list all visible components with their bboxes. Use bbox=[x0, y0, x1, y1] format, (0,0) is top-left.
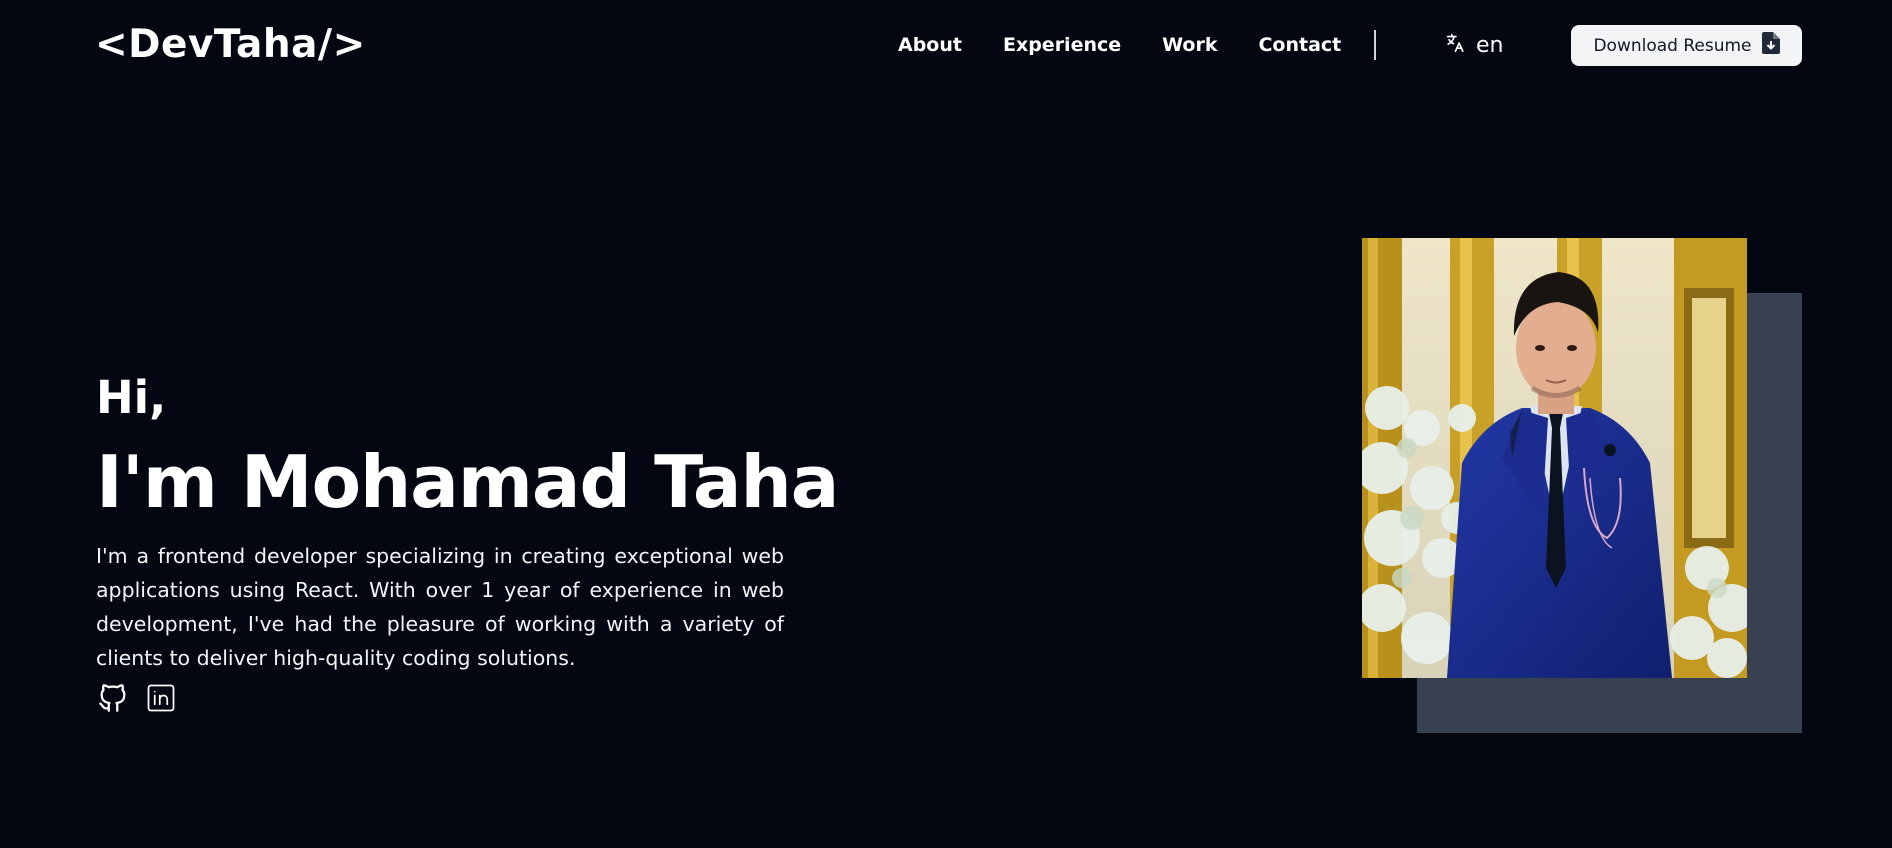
download-resume-label: Download Resume bbox=[1593, 35, 1752, 56]
hero-bio: I'm a frontend developer specializing in… bbox=[96, 544, 784, 670]
hero-headline: I'm Mohamad Taha bbox=[96, 440, 839, 524]
profile-photo bbox=[1362, 238, 1747, 678]
nav-divider bbox=[1374, 30, 1376, 60]
translate-icon bbox=[1444, 32, 1466, 58]
nav-link-work[interactable]: Work bbox=[1162, 30, 1217, 60]
linkedin-icon bbox=[146, 683, 176, 717]
nav-link-experience[interactable]: Experience bbox=[1003, 30, 1121, 60]
download-resume-button[interactable]: Download Resume bbox=[1571, 25, 1802, 66]
site-header: <DevTaha/> About Experience Work Contact… bbox=[0, 0, 1892, 90]
nav-link-contact[interactable]: Contact bbox=[1258, 30, 1341, 60]
hero-headline-row: I'm Mohamad Taha bbox=[96, 434, 839, 530]
github-icon bbox=[96, 680, 130, 720]
language-switcher[interactable]: en bbox=[1444, 30, 1503, 60]
github-link[interactable] bbox=[96, 680, 130, 720]
file-download-icon bbox=[1761, 32, 1780, 59]
social-links bbox=[96, 680, 176, 720]
nav-link-about[interactable]: About bbox=[898, 30, 962, 60]
linkedin-link[interactable] bbox=[146, 683, 176, 717]
hero-greeting: Hi, bbox=[96, 371, 167, 424]
hero-intro: Hi, I'm Mohamad Taha bbox=[96, 370, 839, 530]
site-logo[interactable]: <DevTaha/> bbox=[95, 20, 366, 70]
language-code: en bbox=[1476, 32, 1504, 58]
main-nav: About Experience Work Contact bbox=[898, 30, 1341, 60]
